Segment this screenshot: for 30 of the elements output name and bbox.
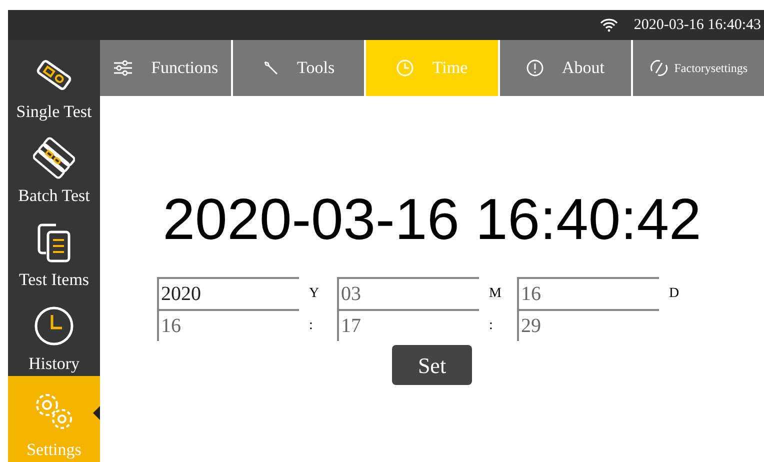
status-clock: 2020-03-16 16:40:43 xyxy=(634,16,761,35)
current-time: 2020-03-16 16:40:42 xyxy=(162,191,702,249)
unit-label: Y xyxy=(308,284,320,302)
input-field[interactable]: 16 xyxy=(157,309,299,341)
test-strips-icon xyxy=(33,136,75,179)
unit-label: : xyxy=(488,316,494,334)
reset-icon xyxy=(649,59,670,77)
pointer-icon xyxy=(93,406,100,420)
input-field[interactable]: 29 xyxy=(517,309,659,341)
tab[interactable]: Functions xyxy=(100,40,232,96)
input-field[interactable]: 03 xyxy=(337,277,479,309)
sidebar-item[interactable]: Single Test xyxy=(8,40,100,124)
unit-label: M xyxy=(488,284,502,302)
wifi-icon xyxy=(600,18,618,32)
sidebar-item[interactable]: Batch Test xyxy=(8,124,100,208)
input-field[interactable]: 2020 xyxy=(157,277,299,309)
unit-label: : xyxy=(308,316,314,334)
tab[interactable]: About xyxy=(500,40,631,96)
unit-label: D xyxy=(668,284,680,302)
sidebar-item[interactable]: Test Items xyxy=(8,208,100,292)
clock-icon xyxy=(396,59,414,77)
input-field[interactable]: 16 xyxy=(517,277,659,309)
info-icon xyxy=(526,59,544,77)
set-button[interactable]: Set xyxy=(392,345,472,385)
tab[interactable]: Factorysettings xyxy=(632,40,764,96)
input-field[interactable]: 17 xyxy=(337,309,479,341)
tab[interactable]: Tools xyxy=(233,40,364,96)
clock-icon xyxy=(33,304,75,347)
sliders-icon xyxy=(113,60,134,76)
sidebar-item[interactable]: History xyxy=(8,292,100,376)
